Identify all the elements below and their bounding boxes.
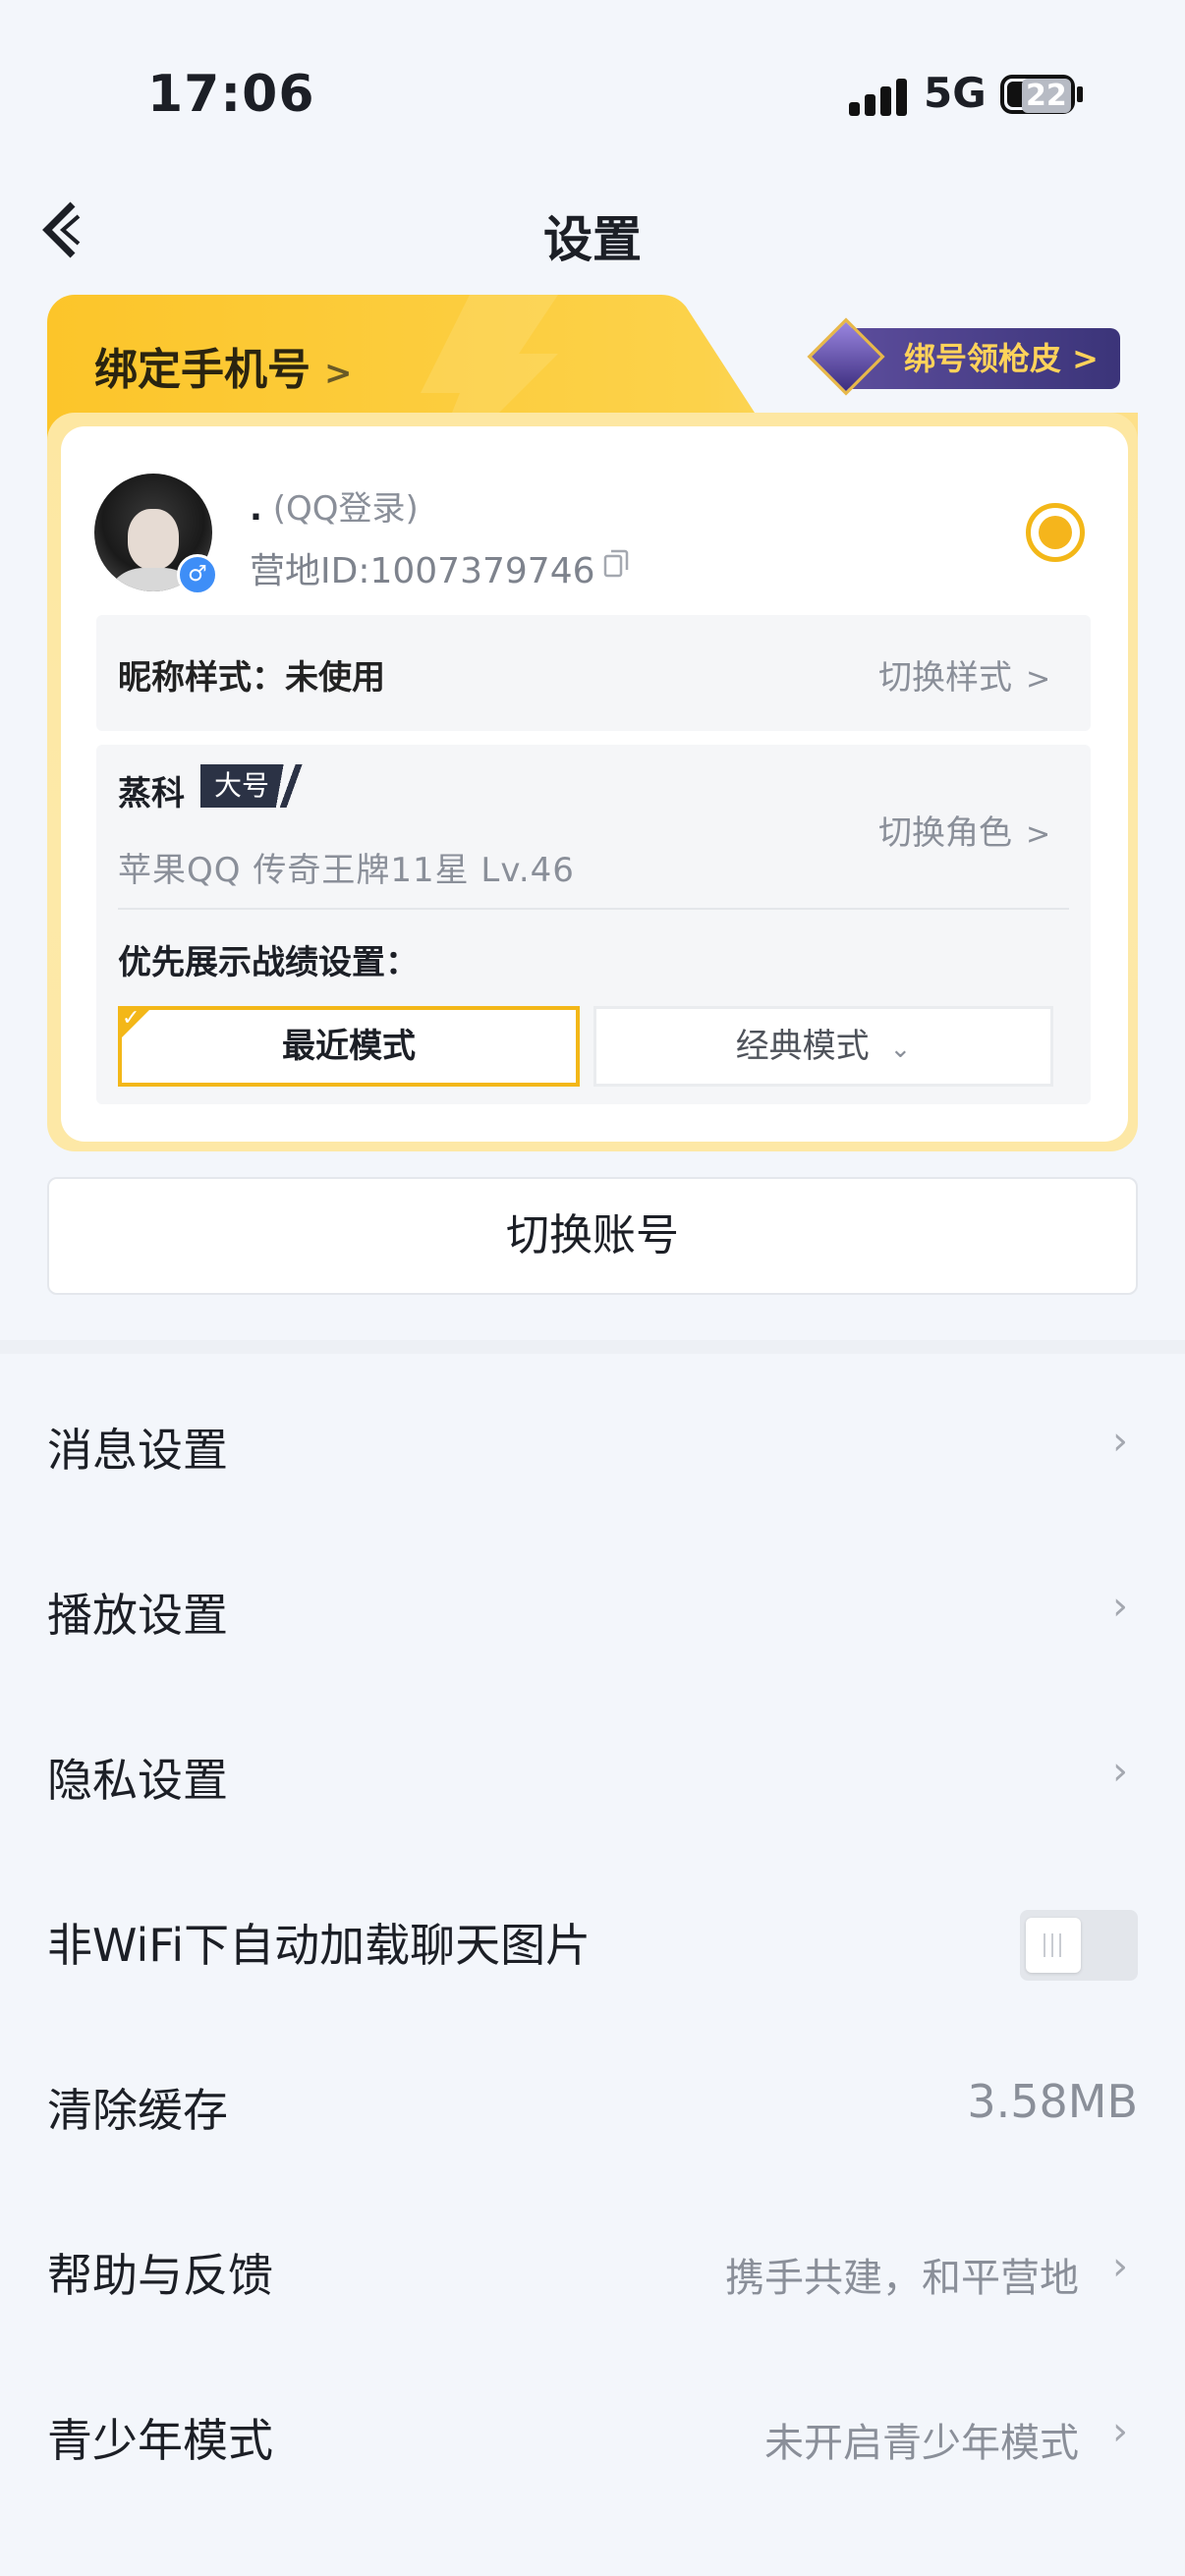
settings-item-label: 清除缓存 [47,2084,228,2137]
divider [118,908,1069,910]
recent-mode-button[interactable]: 最近模式 [118,1006,580,1087]
gun-badge-label: 绑号领枪皮 [904,340,1062,377]
chevron-right-icon: > [1026,662,1051,697]
battery-tip [1077,86,1083,102]
chevron-right-icon: › [1112,2409,1128,2454]
settings-item-help[interactable]: 帮助与反馈 携手共建，和平营地 › [47,2205,1138,2323]
chevron-right-icon: › [1112,1584,1128,1629]
help-value: 携手共建，和平营地 [725,2256,1079,2301]
chevron-right-icon: › [1112,2244,1128,2289]
signal-icon [849,77,908,116]
role-info: 苹果QQ 传奇王牌11星 Lv.46 [118,851,575,890]
classic-mode-dropdown[interactable]: 经典模式 ⌄ [593,1006,1053,1087]
settings-item-label: 播放设置 [47,1589,228,1642]
battery-icon: 22 [1000,75,1075,114]
settings-item-privacy[interactable]: 隐私设置 › [47,1709,1138,1827]
record-display-label: 优先展示战绩设置： [118,943,419,982]
switch-style-label: 切换样式 [878,658,1012,698]
gun-skin-badge[interactable]: 绑号领枪皮 > [806,317,1120,396]
chevron-right-icon: > [1026,817,1051,852]
role-name: 蒸科 [118,774,185,813]
settings-item-label: 消息设置 [47,1424,228,1477]
battery-level: 22 [1022,79,1071,113]
settings-item-clear-cache[interactable]: 清除缓存 3.58MB [47,2040,1138,2157]
copy-icon[interactable] [603,548,629,580]
switch-role-label: 切换角色 [878,813,1012,853]
bind-phone-link[interactable]: 绑定手机号 > [94,334,353,397]
camp-id: 营地ID:1007379746 [250,551,595,591]
auto-load-images-toggle[interactable] [1020,1910,1138,1981]
male-icon: ♂ [177,554,218,595]
network-type: 5G [924,69,987,117]
status-time: 17:06 [147,65,315,124]
check-icon: ✓ [122,1006,141,1031]
settings-item-message[interactable]: 消息设置 › [47,1379,1138,1497]
chevron-right-icon: › [1112,1749,1128,1794]
page-title: 设置 [543,211,642,268]
switch-role-link[interactable]: 切换角色 > [878,806,1050,854]
settings-item-label: 隐私设置 [47,1754,228,1807]
switch-style-link[interactable]: 切换样式 > [878,650,1050,699]
login-info: . (QQ登录) [250,481,419,530]
section-separator [0,1340,1185,1354]
role-tag-slash [275,764,305,808]
settings-item-playback[interactable]: 播放设置 › [47,1544,1138,1662]
settings-item-teen-mode[interactable]: 青少年模式 未开启青少年模式 › [47,2370,1138,2488]
chevron-right-icon: › [1112,1419,1128,1464]
settings-item-label: 非WiFi下自动加载聊天图片 [47,1919,592,1972]
login-type: (QQ登录) [272,489,419,529]
classic-mode-label: 经典模式 [735,1027,870,1066]
settings-item-label: 帮助与反馈 [47,2249,273,2302]
settings-item-wifi-images: 非WiFi下自动加载聊天图片 [47,1875,1138,1992]
teen-mode-value: 未开启青少年模式 [764,2421,1079,2466]
cache-size: 3.58MB [967,2075,1138,2128]
account-selected-radio[interactable] [1026,503,1085,562]
bind-phone-label: 绑定手机号 [94,345,310,395]
nickname-style-label: 昵称样式：未使用 [118,658,385,698]
switch-account-button[interactable]: 切换账号 [47,1177,1138,1295]
login-prefix: . [250,489,262,529]
settings-item-label: 青少年模式 [47,2414,273,2467]
chevron-down-icon: ⌄ [889,1035,912,1064]
chevron-right-icon: > [324,354,353,393]
